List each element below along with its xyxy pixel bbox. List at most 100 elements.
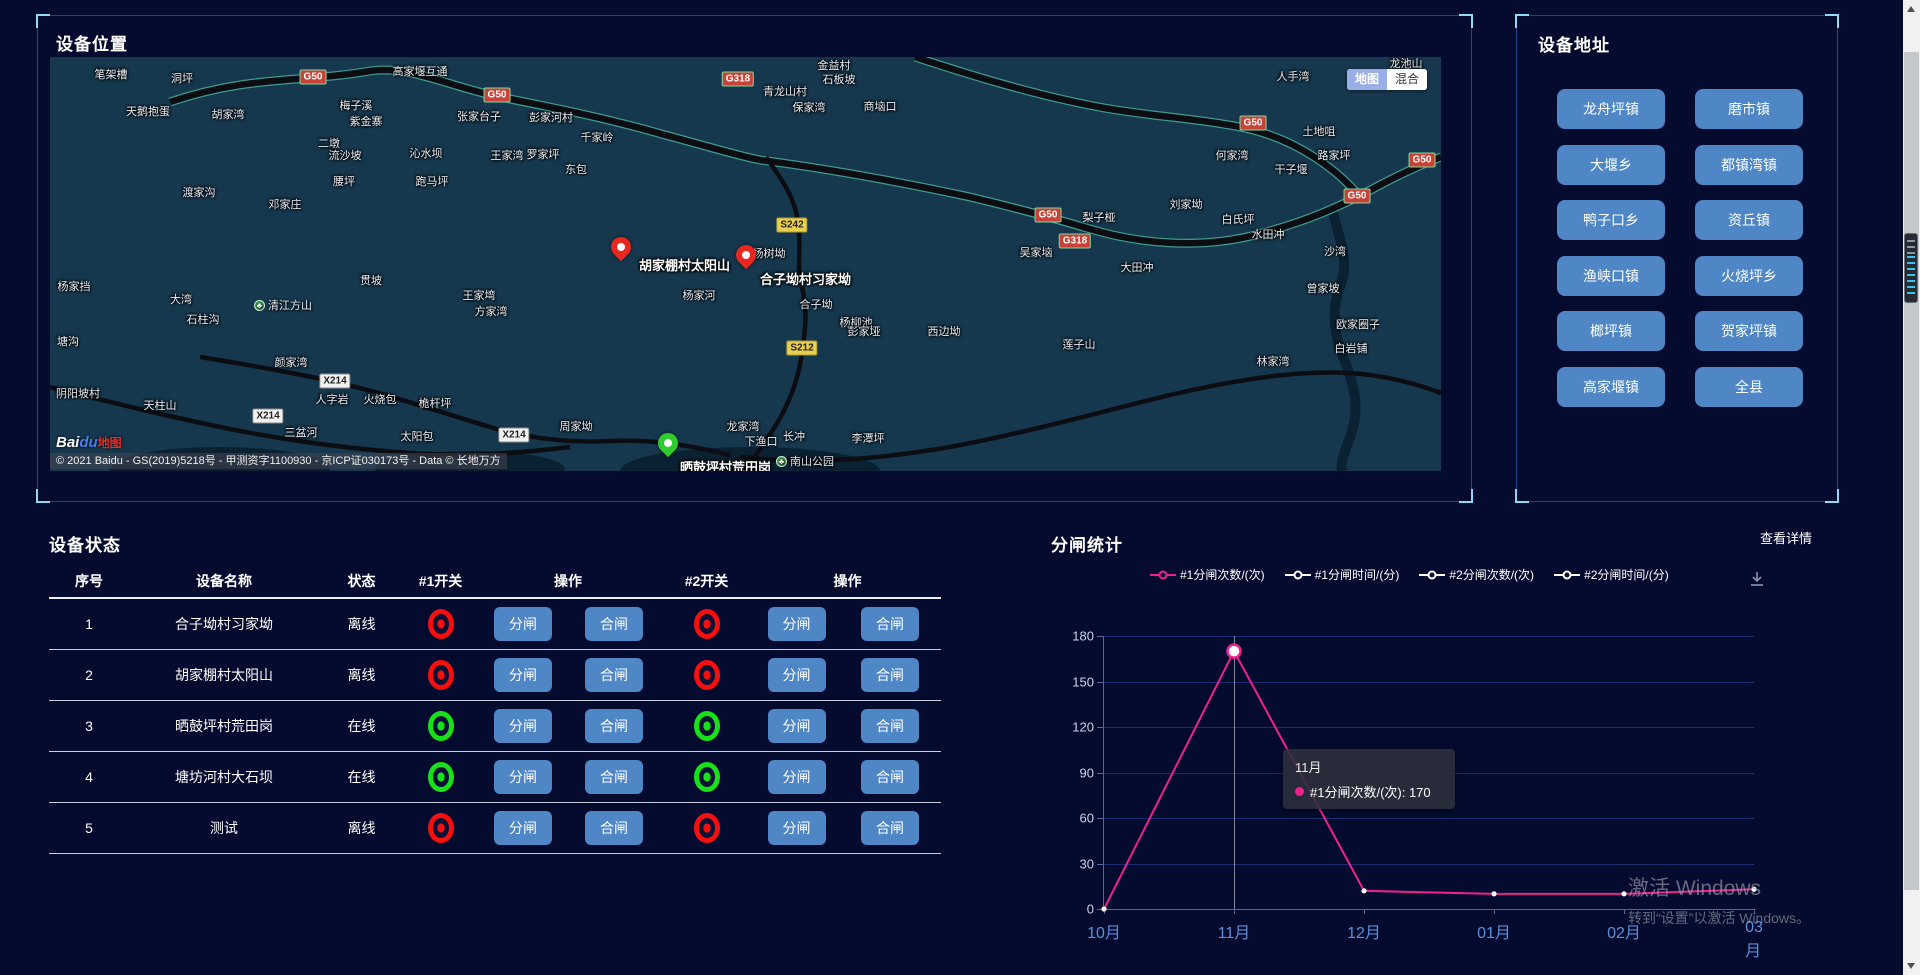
open-switch2-button[interactable]: 分闸 [768, 709, 826, 743]
address-button-4[interactable]: 都镇湾镇 [1695, 145, 1803, 185]
scroll-indicator-widget[interactable] [1904, 233, 1918, 303]
address-button-5[interactable]: 鸭子口乡 [1557, 200, 1665, 240]
x-tick [1234, 909, 1235, 914]
close-switch2-button[interactable]: 合闸 [861, 760, 919, 794]
address-button-6[interactable]: 资丘镇 [1695, 200, 1803, 240]
map-place-label: 塘沟 [57, 333, 79, 349]
close-switch1-button[interactable]: 合闸 [585, 709, 643, 743]
map-poi: ♣清江方山 [254, 297, 312, 313]
map-place-label: 长冲 [783, 428, 805, 444]
legend-item-1[interactable]: #1分闸次数/(次) [1150, 566, 1265, 583]
map-place-label: 林家湾 [1257, 353, 1290, 369]
sw1-indicator-cell [404, 660, 477, 690]
close-switch1-button[interactable]: 合闸 [585, 760, 643, 794]
road-badge-x214: X214 [252, 409, 283, 424]
legend-item-3[interactable]: #2分闸次数/(次) [1419, 566, 1534, 583]
map-place-label: 火烧包 [364, 391, 397, 407]
map-type-hybrid[interactable]: 混合 [1387, 69, 1427, 90]
close-switch2-button[interactable]: 合闸 [861, 811, 919, 845]
map-place-label: 紫金寨 [350, 113, 383, 129]
legend-item-2[interactable]: #1分闸时间/(分) [1285, 566, 1400, 583]
y-tick [1097, 818, 1103, 819]
close-switch2-button[interactable]: 合闸 [861, 607, 919, 641]
gridline [1104, 909, 1754, 910]
open-switch1-button[interactable]: 分闸 [494, 709, 552, 743]
sw2-indicator [694, 660, 720, 690]
map-type-map[interactable]: 地图 [1347, 69, 1387, 90]
sw2-indicator-cell [659, 711, 754, 741]
map-place-label: 笔架槽 [95, 66, 128, 82]
close-switch1-button[interactable]: 合闸 [585, 811, 643, 845]
map-place-label: 颜家湾 [275, 354, 308, 370]
open-switch2-button[interactable]: 分闸 [768, 760, 826, 794]
op-cell: 分闸 [477, 607, 569, 641]
baidu-map[interactable]: 笔架槽洞坪天鹅抱蛋胡家湾高家堰互通梅子溪紫金寨二墩流沙坡沁水坝腰坪跑马坪渡家沟邓… [50, 57, 1441, 471]
x-axis-label: 10月 [1087, 919, 1121, 943]
map-place-label: 三盆河 [285, 424, 318, 440]
map-place-label: 下渔口 [745, 433, 778, 449]
table-row: 5测试离线分闸合闸分闸合闸 [49, 803, 941, 854]
open-switch1-button[interactable]: 分闸 [494, 607, 552, 641]
address-button-8[interactable]: 火烧坪乡 [1695, 256, 1803, 296]
map-place-label: 石板坡 [823, 71, 856, 87]
road-badge-g50: G50 [1240, 116, 1267, 131]
corner-bracket [36, 14, 50, 28]
sw2-indicator-cell [659, 762, 754, 792]
close-switch1-button[interactable]: 合闸 [585, 658, 643, 692]
y-axis-label: 90 [1060, 765, 1094, 780]
open-switch1-button[interactable]: 分闸 [494, 811, 552, 845]
status-section-title: 设备状态 [49, 531, 121, 556]
open-switch2-button[interactable]: 分闸 [768, 607, 826, 641]
address-button-9[interactable]: 榔坪镇 [1557, 311, 1665, 351]
map-type-toggle[interactable]: 地图 混合 [1347, 69, 1427, 90]
map-place-label: 土地咀 [1303, 123, 1336, 139]
view-details-link[interactable]: 查看详情 [1760, 528, 1812, 547]
y-tick [1097, 773, 1103, 774]
map-place-label: 王家塆 [463, 287, 496, 303]
map-place-label: 西边坳 [928, 323, 961, 339]
download-icon[interactable] [1748, 570, 1766, 593]
map-place-label: 方家湾 [475, 303, 508, 319]
map-place-label: 李潭坪 [852, 430, 885, 446]
road-badge-x214: X214 [319, 374, 350, 389]
open-switch1-button[interactable]: 分闸 [494, 658, 552, 692]
address-button-2[interactable]: 磨市镇 [1695, 89, 1803, 129]
open-switch2-button[interactable]: 分闸 [768, 811, 826, 845]
map-place-label: 商垴口 [864, 98, 897, 114]
data-point [1361, 888, 1366, 893]
op-cell: 合闸 [839, 658, 941, 692]
op-cell: 分闸 [754, 811, 839, 845]
park-icon: ♣ [776, 456, 787, 467]
x-axis-label: 12月 [1347, 919, 1381, 943]
map-place-label: 白氏坪 [1222, 211, 1255, 227]
status-cell: 在线 [319, 767, 404, 787]
park-icon: ♣ [254, 300, 265, 311]
open-switch2-button[interactable]: 分闸 [768, 658, 826, 692]
page-scrollbar[interactable] [1903, 0, 1920, 975]
address-button-12[interactable]: 全县 [1695, 367, 1803, 407]
map-place-label: 梅子溪 [340, 97, 373, 113]
address-button-7[interactable]: 渔峡口镇 [1557, 256, 1665, 296]
sw2-indicator-cell [659, 813, 754, 843]
close-switch2-button[interactable]: 合闸 [861, 709, 919, 743]
table-row: 4塘坊河村大石坝在线分闸合闸分闸合闸 [49, 752, 941, 803]
status-cell: 离线 [319, 665, 404, 685]
address-button-10[interactable]: 贺家坪镇 [1695, 311, 1803, 351]
op-cell: 合闸 [569, 709, 659, 743]
close-switch1-button[interactable]: 合闸 [585, 607, 643, 641]
legend-marker [1150, 574, 1176, 576]
address-button-3[interactable]: 大堰乡 [1557, 145, 1665, 185]
legend-item-4[interactable]: #2分闸时间/(分) [1554, 566, 1669, 583]
road-badge-g318: G318 [1059, 234, 1091, 249]
scrollbar-down-arrow[interactable] [1907, 963, 1915, 969]
open-switch1-button[interactable]: 分闸 [494, 760, 552, 794]
address-button-1[interactable]: 龙舟坪镇 [1557, 89, 1665, 129]
scrollbar-up-arrow[interactable] [1907, 6, 1915, 12]
address-button-11[interactable]: 高家堰镇 [1557, 367, 1665, 407]
header-name: 设备名称 [129, 571, 319, 591]
op-cell: 合闸 [569, 811, 659, 845]
close-switch2-button[interactable]: 合闸 [861, 658, 919, 692]
legend-dot [1428, 570, 1437, 579]
y-tick [1097, 727, 1103, 728]
scrollbar-thumb[interactable] [1904, 52, 1919, 890]
